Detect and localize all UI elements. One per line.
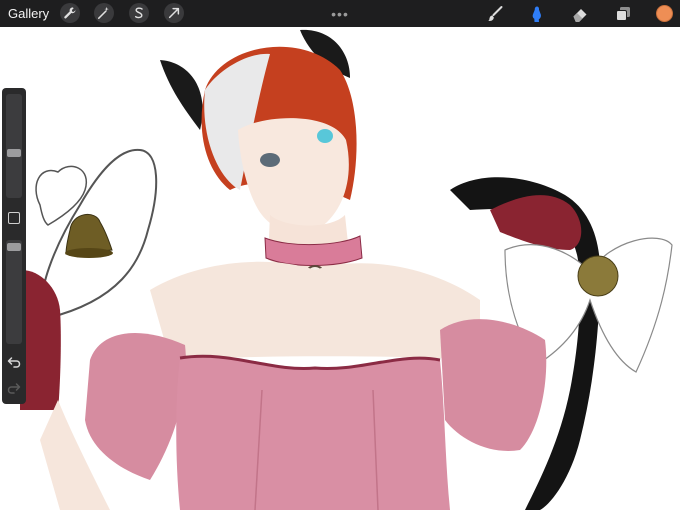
selection-s-icon (134, 7, 143, 19)
redo-button[interactable] (6, 380, 22, 396)
brush-icon (488, 5, 503, 21)
selection-button[interactable] (129, 3, 149, 23)
eraser-tool-button[interactable] (570, 0, 590, 27)
top-toolbar: Gallery ••• (0, 0, 680, 27)
layers-icon (616, 6, 630, 21)
gallery-button[interactable]: Gallery (8, 0, 49, 27)
adjustments-button[interactable] (60, 3, 80, 23)
transform-button[interactable] (164, 3, 184, 23)
adjust-magic-button[interactable] (94, 3, 114, 23)
opacity-slider[interactable] (6, 240, 22, 344)
undo-button[interactable] (6, 354, 22, 370)
opacity-thumb[interactable] (7, 242, 21, 251)
magic-wand-icon (97, 6, 109, 20)
drawing-canvas[interactable] (0, 0, 680, 510)
brush-tool-button[interactable] (485, 0, 505, 27)
wrench-icon (64, 7, 76, 19)
color-picker-button[interactable] (656, 5, 673, 22)
modify-button[interactable] (8, 212, 20, 224)
undo-icon (7, 357, 21, 368)
brush-size-slider[interactable] (6, 94, 22, 198)
more-options-button[interactable]: ••• (330, 0, 350, 27)
eraser-icon (573, 8, 587, 22)
smudge-tool-button[interactable] (527, 0, 547, 27)
arrow-cursor-icon (168, 7, 180, 19)
smudge-icon (532, 6, 541, 22)
left-sidebar (2, 88, 26, 404)
layers-button[interactable] (613, 0, 633, 27)
redo-icon (7, 383, 21, 394)
brush-size-thumb[interactable] (7, 148, 21, 157)
